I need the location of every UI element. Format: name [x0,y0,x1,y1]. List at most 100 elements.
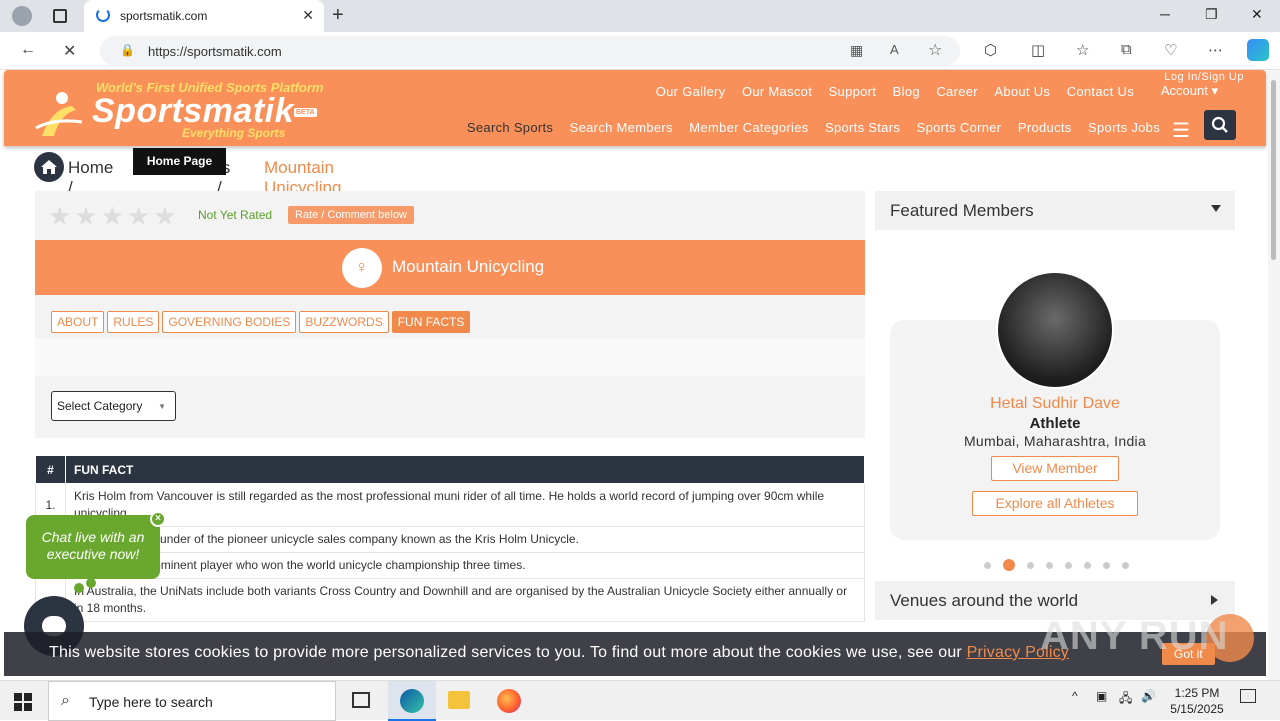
avatar[interactable] [996,271,1114,389]
read-aloud-icon[interactable]: A [890,42,899,57]
row-text: In Australia, the UniNats include both v… [65,578,865,622]
caret-down-icon [1211,205,1221,212]
split-screen-icon[interactable]: ◫ [1031,41,1045,59]
rating-status: Not Yet Rated [198,208,273,222]
row-text: Kris Holm from Vancouver is still regard… [65,483,865,527]
carousel-dot[interactable] [1122,562,1129,569]
search-button[interactable] [1204,110,1236,140]
member-role: Athlete [1029,415,1081,432]
tray-device-icon[interactable]: ▣ [1096,689,1107,703]
tab-rules[interactable]: RULES [107,311,160,333]
chat-close-icon[interactable]: × [150,511,166,527]
nav-sports-corner[interactable]: Sports Corner [917,120,1002,135]
page-scrollbar[interactable] [1268,70,1280,680]
nav-our-gallery[interactable]: Our Gallery [656,84,726,99]
scrollbar-thumb[interactable] [1271,80,1276,260]
chat-message: Chat live with an executive now! [41,529,145,562]
chat-prompt[interactable]: Chat live with an executive now! × [26,511,166,579]
carousel-dot[interactable] [1084,562,1091,569]
collections-icon[interactable]: ⧉ [1121,41,1132,58]
tab-fun-facts[interactable]: FUN FACTS [391,311,471,333]
taskbar-clock[interactable]: 1:25 PM 5/15/2025 [1162,685,1232,717]
windows-start-icon[interactable] [14,693,32,711]
featured-members-header[interactable]: Featured Members [875,191,1235,230]
favorite-star-icon[interactable]: ☆ [928,40,942,60]
account-menu[interactable]: Account ▾ [1161,83,1218,99]
nav-contact-us[interactable]: Contact Us [1067,84,1134,99]
category-select-value: Select Category [57,399,143,413]
sport-panel: ★★★★★ Not Yet Rated Rate / Comment below… [35,191,865,438]
category-select[interactable]: Select Category ▼ [51,391,176,421]
new-tab-button[interactable]: + [332,4,344,27]
hamburger-menu-icon[interactable]: ☰ [1172,118,1190,143]
view-member-button[interactable]: View Member [991,456,1119,481]
row-text: ... is another prominent player who won … [65,552,865,579]
carousel-dot[interactable] [1103,562,1110,569]
carousel-dot[interactable] [1027,562,1034,569]
browser-essentials-icon[interactable]: ♡ [1164,41,1177,59]
chat-bubble-tail [86,578,96,588]
tray-chevron-icon[interactable]: ^ [1072,689,1078,703]
carousel-dot[interactable] [1046,562,1053,569]
login-link[interactable]: Log In/Sign Up [1164,71,1244,83]
nav-member-categories[interactable]: Member Categories [689,120,808,135]
stop-loading-icon[interactable]: ✕ [63,41,76,61]
restore-button[interactable]: ❐ [1205,6,1218,23]
file-explorer-icon[interactable] [436,681,484,721]
member-name[interactable]: Hetal Sudhir Dave [875,395,1235,413]
nav-support[interactable]: Support [829,84,877,99]
nav-blog[interactable]: Blog [893,84,920,99]
tab-about[interactable]: ABOUT [51,311,105,333]
carousel-dot[interactable] [1065,562,1072,569]
home-icon[interactable] [34,152,64,182]
top-nav: Our Gallery Our Mascot Support Blog Care… [644,83,1134,101]
nav-search-sports[interactable]: Search Sports [467,120,553,135]
favorites-icon[interactable]: ☆ [1076,41,1089,59]
volume-icon[interactable]: 🔊 [1141,689,1156,703]
clock-time: 1:25 PM [1174,686,1220,700]
profile-icon[interactable] [12,6,32,26]
col-header-fact: FUN FACT [65,455,865,484]
rate-comment-button[interactable]: Rate / Comment below [288,206,414,224]
apps-icon[interactable]: ▦ [850,42,863,59]
nav-career[interactable]: Career [936,84,978,99]
tab-buzzwords[interactable]: BUZZWORDS [299,311,389,333]
tab-governing-bodies[interactable]: GOVERNING BODIES [162,311,297,333]
carousel-dot-active[interactable] [1003,559,1015,571]
extensions-icon[interactable]: ⬡ [984,41,997,59]
nav-about-us[interactable]: About Us [994,84,1050,99]
minimize-button[interactable]: ─ [1160,6,1170,22]
table-row: In Australia, the UniNats include both v… [35,578,865,622]
sport-banner: ♀ Mountain Unicycling [35,240,865,295]
featured-members-title: Featured Members [890,201,1034,220]
search-icon [1211,116,1228,133]
nav-products[interactable]: Products [1018,120,1072,135]
table-header-row: # FUN FACT [35,455,865,484]
sport-tabs: ABOUT RULES GOVERNING BODIES BUZZWORDS FUN F… [51,311,473,333]
explore-athletes-button[interactable]: Explore all Athletes [972,491,1138,516]
nav-sports-stars[interactable]: Sports Stars [825,120,900,135]
nav-our-mascot[interactable]: Our Mascot [742,84,812,99]
tab-actions-icon[interactable] [53,9,67,23]
network-icon[interactable]: 🖧 [1119,689,1132,710]
taskbar-search-box[interactable]: ⌕ Type here to search [48,681,336,721]
close-window-button[interactable]: ✕ [1251,6,1263,23]
url-field[interactable]: 🔒 https://sportsmatik.com ▦ A ☆ [100,36,960,66]
task-view-icon[interactable] [338,681,386,721]
rating-stars[interactable]: ★★★★★ [48,201,180,232]
edge-taskbar-icon[interactable] [388,681,436,721]
back-icon[interactable]: ← [20,41,36,59]
lock-icon[interactable]: 🔒 [120,43,135,57]
copilot-icon[interactable] [1247,39,1269,61]
nav-search-members[interactable]: Search Members [570,120,673,135]
site-logo[interactable]: World's First Unified Sports Platform Sp… [32,78,332,142]
carousel-dots [984,556,1141,574]
close-tab-icon[interactable]: ✕ [302,7,314,24]
browser-tab[interactable]: sportsmatik.com ✕ [84,0,324,32]
tab-content-area [35,338,865,376]
more-menu-icon[interactable]: ⋯ [1208,41,1223,59]
nav-sports-jobs[interactable]: Sports Jobs [1088,120,1160,135]
carousel-dot[interactable] [984,562,991,569]
firefox-icon[interactable] [484,681,532,721]
notifications-icon[interactable] [1240,689,1256,703]
